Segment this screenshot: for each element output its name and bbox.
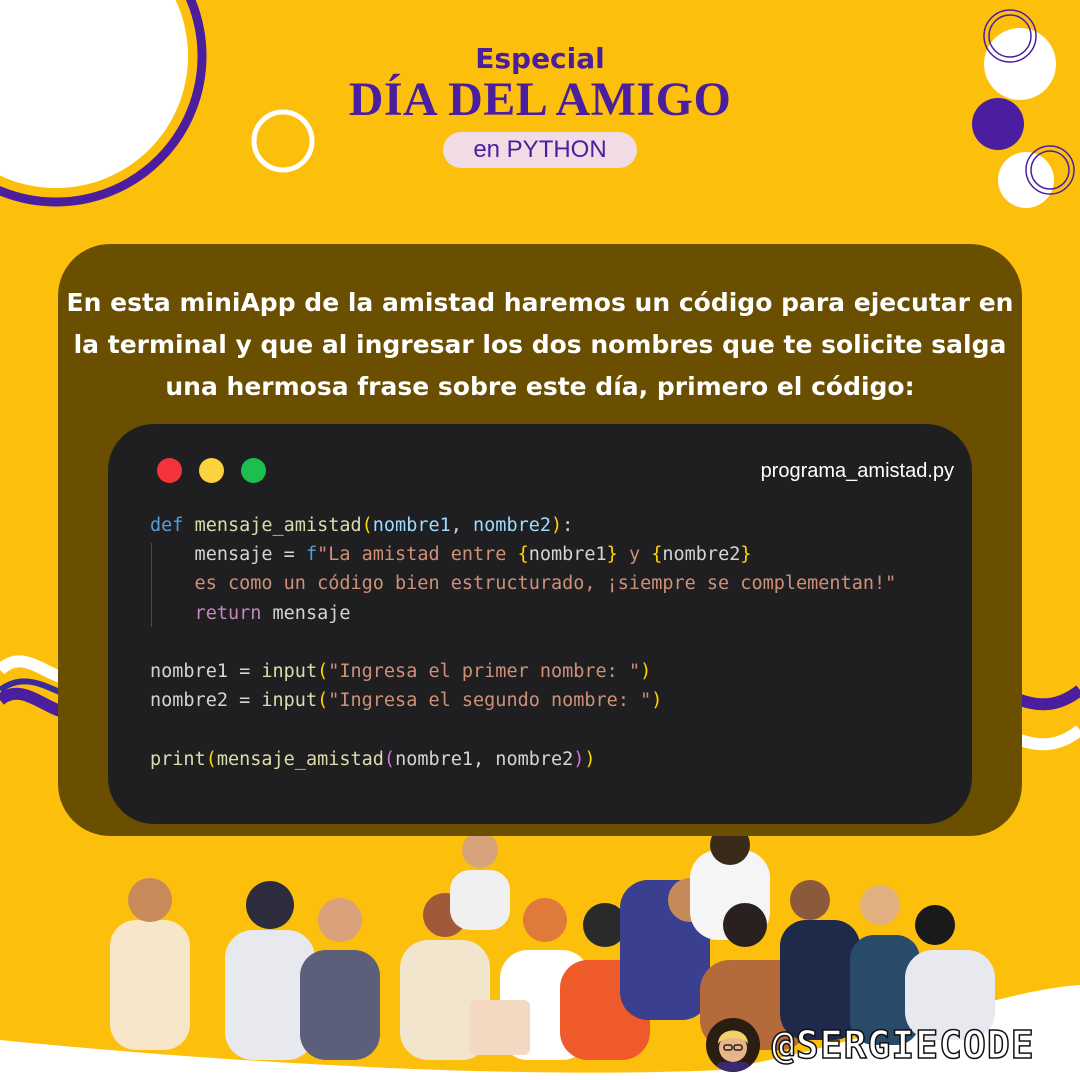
avatar — [706, 1018, 760, 1072]
code-token: ) — [551, 515, 563, 536]
code-token: es como un código bien estructurado, ¡si… — [150, 573, 897, 595]
code-line: return mensaje — [150, 599, 896, 628]
code-token: nombre2 = — [150, 690, 262, 712]
code-token: "La amistad entre — [317, 544, 518, 566]
code-line: nombre1 = input("Ingresa el primer nombr… — [150, 657, 896, 686]
code-token: input — [261, 661, 318, 683]
maximize-window-dot-icon[interactable] — [241, 458, 266, 483]
code-token: nombre1, nombre2 — [395, 748, 574, 770]
code-token: ) — [640, 661, 652, 683]
code-token: nombre1 = — [150, 661, 262, 683]
code-token: : — [562, 515, 574, 536]
code-token: ) — [651, 690, 663, 712]
header: Especial DÍA DEL AMIGO en PYTHON — [0, 42, 1080, 168]
code-token: nombre1 — [528, 544, 607, 566]
code-token: { — [517, 544, 529, 566]
code-token: f — [305, 544, 318, 566]
code-token: { — [651, 544, 663, 566]
code-token: mensaje_amistad — [194, 515, 362, 536]
code-filename: programa_amistad.py — [760, 460, 954, 482]
header-title: DÍA DEL AMIGO — [348, 73, 732, 126]
code-line: es como un código bien estructurado, ¡si… — [150, 569, 897, 598]
code-token: ) — [573, 748, 585, 770]
avatar-face-icon — [716, 1030, 750, 1072]
code-token: nombre2 — [473, 515, 551, 536]
code-token: ( — [361, 515, 373, 536]
minimize-window-dot-icon[interactable] — [199, 458, 224, 483]
code-line: mensaje = f"La amistad entre {nombre1} y… — [150, 540, 896, 569]
code-block: def mensaje_amistad(nombre1, nombre2): m… — [150, 511, 896, 774]
code-token: def — [150, 515, 195, 536]
code-token: input — [261, 690, 318, 712]
code-line: nombre2 = input("Ingresa el segundo nomb… — [150, 686, 896, 715]
code-token: } — [606, 544, 618, 566]
code-token: ( — [383, 748, 396, 770]
intro-text: En esta miniApp de la amistad haremos un… — [66, 288, 1014, 401]
close-window-dot-icon[interactable] — [157, 458, 182, 483]
code-token: ( — [317, 690, 329, 712]
code-token: mensaje_amistad — [216, 748, 384, 770]
header-subtitle: Especial — [475, 42, 605, 75]
code-token: mensaje = — [150, 544, 306, 566]
code-token: "Ingresa el primer nombre: " — [328, 661, 641, 683]
code-token: nombre1 — [372, 515, 451, 536]
code-token: y — [617, 544, 652, 566]
code-token: nombre2 — [662, 544, 741, 566]
code-token: ( — [205, 748, 217, 770]
code-line: print(mensaje_amistad(nombre1, nombre2)) — [150, 745, 896, 774]
brand-handle: @SERGIECODE — [771, 1022, 1035, 1068]
code-token: return — [150, 602, 273, 624]
code-token: mensaje — [272, 602, 351, 624]
code-token: print — [150, 748, 206, 770]
code-token: "Ingresa el segundo nombre: " — [328, 690, 652, 712]
code-token: , — [450, 515, 474, 536]
code-token: ) — [584, 748, 596, 770]
language-pill: en PYTHON — [443, 132, 637, 168]
code-token: } — [740, 544, 752, 566]
code-line: def mensaje_amistad(nombre1, nombre2): — [150, 511, 896, 540]
code-token: ( — [317, 661, 329, 683]
